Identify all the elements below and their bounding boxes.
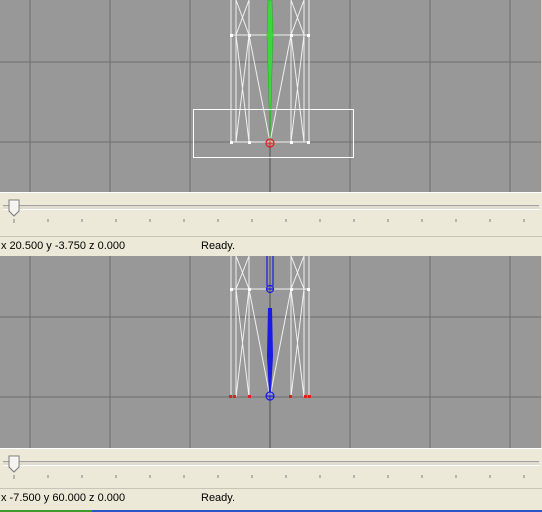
viewport-top[interactable]	[0, 0, 542, 192]
viewport-bottom[interactable]	[0, 256, 542, 448]
timeline-thumb[interactable]	[8, 455, 20, 473]
timeline-ticks	[13, 475, 525, 479]
status-bar-bottom: x -7.500 y 60.000 z 0.000 Ready.	[0, 488, 542, 511]
pivot-icon[interactable]	[265, 138, 275, 148]
status-bar-top: x 20.500 y -3.750 z 0.000 Ready.	[0, 236, 542, 257]
timeline-slider-top[interactable]	[0, 192, 542, 237]
status-message: Ready.	[201, 492, 236, 504]
coordinate-readout: x 20.500 y -3.750 z 0.000	[1, 240, 126, 252]
timeline-track	[3, 461, 539, 466]
joint-icon[interactable]	[265, 391, 275, 401]
timeline-ticks	[13, 219, 525, 223]
timeline-track	[3, 205, 539, 210]
timeline-slider-bottom[interactable]	[0, 448, 542, 493]
coordinate-readout: x -7.500 y 60.000 z 0.000	[1, 492, 126, 504]
timeline-thumb[interactable]	[8, 199, 20, 217]
status-message: Ready.	[201, 240, 236, 252]
